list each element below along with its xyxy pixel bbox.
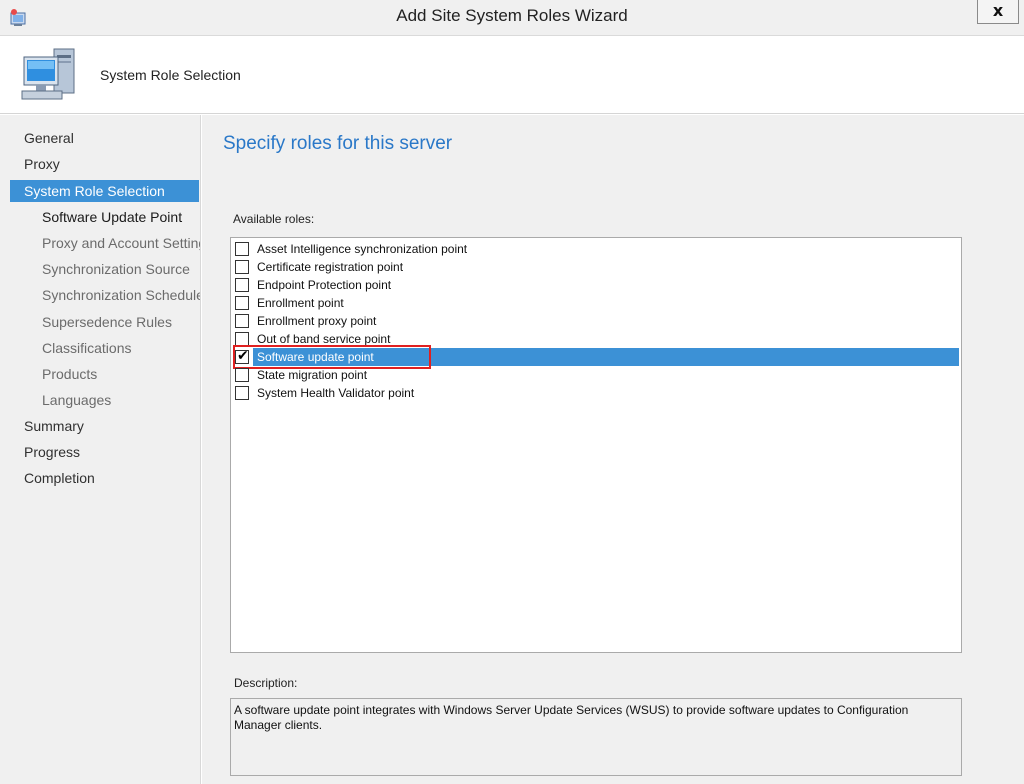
role-checkbox[interactable] xyxy=(235,242,249,256)
role-enrollment-proxy-point[interactable]: Enrollment proxy point xyxy=(233,312,959,330)
role-label: Enrollment proxy point xyxy=(257,314,377,328)
nav-item-software-update-point[interactable]: Software Update Point xyxy=(42,206,182,228)
nav-item-supersedence-rules[interactable]: Supersedence Rules xyxy=(42,311,172,333)
description-label: Description: xyxy=(234,676,298,690)
role-label: System Health Validator point xyxy=(257,386,415,400)
main-content: Specify roles for this server Available … xyxy=(202,115,1024,784)
role-enrollment-point[interactable]: Enrollment point xyxy=(233,294,959,312)
roles-list[interactable]: Asset Intelligence synchronization point… xyxy=(230,237,962,653)
role-system-health-validator-point[interactable]: System Health Validator point xyxy=(233,384,959,402)
computer-icon xyxy=(21,48,75,100)
title-bar: Add Site System Roles Wizard x xyxy=(0,0,1024,36)
nav-item-general[interactable]: General xyxy=(24,127,74,149)
role-asset-intelligence-synchronization-point[interactable]: Asset Intelligence synchronization point xyxy=(233,240,959,258)
role-label: State migration point xyxy=(257,368,368,382)
role-state-migration-point[interactable]: State migration point xyxy=(233,366,959,384)
nav-item-synchronization-source[interactable]: Synchronization Source xyxy=(42,258,190,280)
nav-item-synchronization-schedule[interactable]: Synchronization Schedule xyxy=(42,284,200,306)
role-checkbox[interactable] xyxy=(235,386,249,400)
step-title: System Role Selection xyxy=(100,67,241,83)
nav-item-system-role-selection[interactable]: System Role Selection xyxy=(10,180,199,202)
available-roles-label: Available roles: xyxy=(233,212,315,226)
close-button[interactable]: x xyxy=(977,0,1019,24)
nav-item-languages[interactable]: Languages xyxy=(42,389,111,411)
role-checkbox[interactable] xyxy=(235,260,249,274)
nav-item-progress[interactable]: Progress xyxy=(24,441,80,463)
page-heading: Specify roles for this server xyxy=(223,133,453,154)
nav-item-classifications[interactable]: Classifications xyxy=(42,337,131,359)
role-checkbox[interactable] xyxy=(235,278,249,292)
role-checkbox[interactable] xyxy=(235,368,249,382)
wizard-navigation: General Proxy System Role Selection Soft… xyxy=(0,115,201,784)
role-label: Endpoint Protection point xyxy=(257,278,392,292)
role-certificate-registration-point[interactable]: Certificate registration point xyxy=(233,258,959,276)
role-label: Certificate registration point xyxy=(257,260,404,274)
nav-item-completion[interactable]: Completion xyxy=(24,467,95,489)
role-checkbox[interactable] xyxy=(235,296,249,310)
wizard-header: System Role Selection xyxy=(0,37,1024,114)
nav-item-products[interactable]: Products xyxy=(42,363,97,385)
role-label: Enrollment point xyxy=(257,296,344,310)
description-text: A software update point integrates with … xyxy=(230,698,962,776)
role-label: Asset Intelligence synchronization point xyxy=(257,242,468,256)
role-checkbox[interactable] xyxy=(235,314,249,328)
window-title: Add Site System Roles Wizard xyxy=(396,6,628,25)
role-checkbox[interactable] xyxy=(235,332,249,346)
role-endpoint-protection-point[interactable]: Endpoint Protection point xyxy=(233,276,959,294)
nav-item-summary[interactable]: Summary xyxy=(24,415,84,437)
nav-item-proxy[interactable]: Proxy xyxy=(24,153,60,175)
role-software-update-point[interactable]: ✔ Software update point xyxy=(233,345,959,369)
nav-item-proxy-and-account-settings[interactable]: Proxy and Account Settings xyxy=(42,232,200,254)
